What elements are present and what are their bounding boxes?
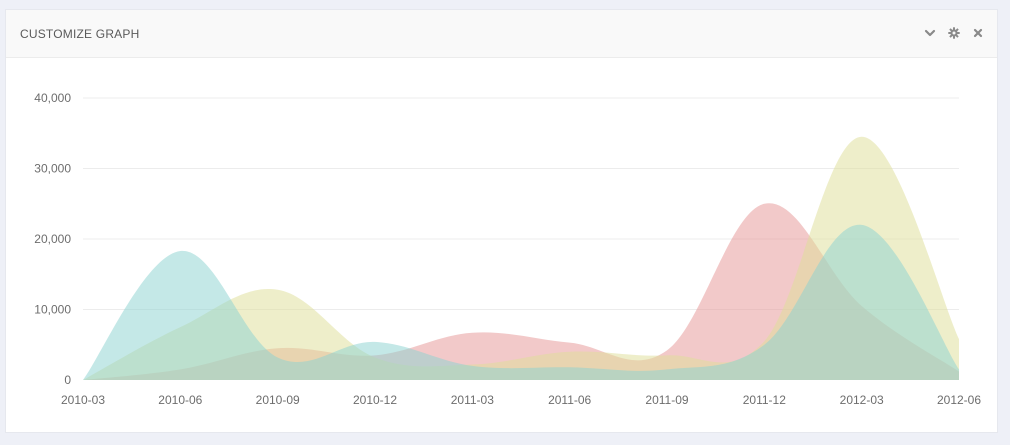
settings-button[interactable] xyxy=(947,25,961,41)
panel-tools xyxy=(923,25,985,41)
x-tick-label: 2011-06 xyxy=(548,393,591,407)
x-tick-label: 2012-06 xyxy=(937,393,981,407)
y-tick-label: 10,000 xyxy=(34,303,71,317)
x-axis-ticks: 2010-03 2010-06 2010-09 2010-12 2011-03 2011-… xyxy=(61,393,981,407)
close-button[interactable] xyxy=(971,25,985,41)
close-icon xyxy=(973,28,983,38)
series-areas xyxy=(83,136,959,380)
x-tick-label: 2011-12 xyxy=(743,393,786,407)
y-axis-ticks: 0 10,000 20,000 30,000 40,000 xyxy=(34,91,71,387)
x-tick-label: 2011-03 xyxy=(451,393,494,407)
x-tick-label: 2011-09 xyxy=(645,393,688,407)
y-tick-label: 20,000 xyxy=(34,232,71,246)
area-chart: 0 10,000 20,000 30,000 40,000 2010-03 2010-06… xyxy=(34,91,981,407)
chart-area: 0 10,000 20,000 30,000 40,000 2010-03 2010-06… xyxy=(6,58,999,434)
y-tick-label: 40,000 xyxy=(34,91,71,105)
x-tick-label: 2010-09 xyxy=(256,393,300,407)
x-tick-label: 2010-06 xyxy=(158,393,202,407)
y-tick-label: 0 xyxy=(64,373,71,387)
panel-title: CUSTOMIZE GRAPH xyxy=(20,27,140,41)
gear-icon xyxy=(948,27,960,39)
x-tick-label: 2010-12 xyxy=(353,393,397,407)
y-tick-label: 30,000 xyxy=(34,162,71,176)
chevron-down-icon xyxy=(924,29,936,37)
x-tick-label: 2010-03 xyxy=(61,393,105,407)
x-tick-label: 2012-03 xyxy=(840,393,884,407)
panel-header: CUSTOMIZE GRAPH xyxy=(6,10,997,58)
chart-panel: CUSTOMIZE GRAPH 0 10,000 20,000 30,000 4… xyxy=(5,9,998,433)
collapse-button[interactable] xyxy=(923,25,937,41)
